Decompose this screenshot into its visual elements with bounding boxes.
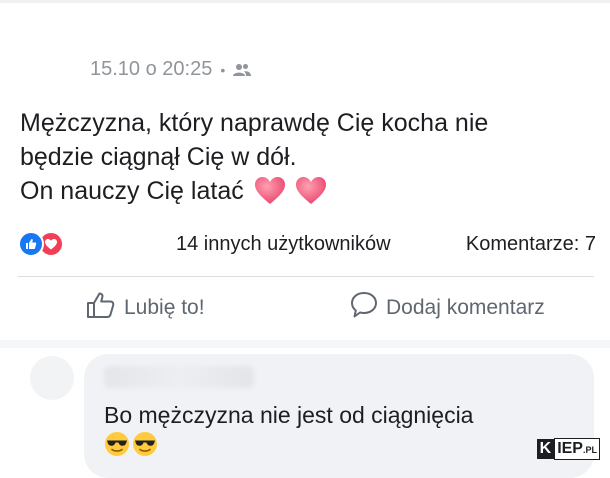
post-text-line-2: będzie ciągnął Cię w dół. xyxy=(20,143,297,171)
divider xyxy=(18,276,594,277)
like-button-label: Lubię to! xyxy=(124,296,205,319)
watermark-rest-text: IEP xyxy=(557,440,583,457)
blurred-author-name[interactable] xyxy=(104,366,254,388)
post-text-line-3-text: On nauczy Cię latać xyxy=(20,177,244,205)
heart-emoji xyxy=(254,177,285,214)
sunglasses-emoji xyxy=(104,431,130,464)
section-gap xyxy=(0,340,610,348)
post-card: 15.10 o 20:25 • Mężczyzna, który naprawd… xyxy=(0,0,610,340)
like-reaction-icon[interactable] xyxy=(18,231,44,257)
watermark-suffix: .PL xyxy=(582,445,597,455)
reactions-bar: 14 innych użytkowników Komentarze: 7 xyxy=(18,230,596,258)
comment-button[interactable]: Dodaj komentarz xyxy=(350,285,545,331)
post-actions: Lubię to! Dodaj komentarz xyxy=(0,285,610,331)
watermark-rest: IEP.PL xyxy=(554,438,600,460)
kiep-watermark-logo: K IEP.PL xyxy=(536,438,600,460)
reactions-count[interactable]: 14 innych użytkowników xyxy=(176,233,391,256)
friends-icon[interactable] xyxy=(233,63,252,77)
comment-bubble: Bo mężczyzna nie jest od ciągnięcia xyxy=(84,354,594,478)
comment-text-line: Bo mężczyzna nie jest od ciągnięcia xyxy=(104,402,474,428)
post-text: Mężczyzna, który naprawdę Cię kocha nie … xyxy=(20,106,590,214)
post-text-line-1: Mężczyzna, który naprawdę Cię kocha nie xyxy=(20,109,489,137)
post-timestamp[interactable]: 15.10 o 20:25 xyxy=(90,58,212,81)
avatar[interactable] xyxy=(30,356,74,400)
post-meta: 15.10 o 20:25 • xyxy=(90,58,252,81)
comments-count[interactable]: Komentarze: 7 xyxy=(466,233,596,256)
thumbs-up-icon xyxy=(86,291,116,325)
post-text-line-3: On nauczy Cię latać xyxy=(20,174,590,214)
heart-emoji xyxy=(295,177,326,214)
comment-button-label: Dodaj komentarz xyxy=(386,296,545,319)
sunglasses-emoji xyxy=(132,431,158,464)
speech-bubble-icon xyxy=(350,291,378,325)
reaction-icons[interactable] xyxy=(18,231,64,257)
watermark-k: K xyxy=(536,439,555,459)
meta-separator: • xyxy=(220,61,226,78)
comment-text: Bo mężczyzna nie jest od ciągnięcia xyxy=(104,400,574,464)
like-button[interactable]: Lubię to! xyxy=(86,285,205,331)
comment: Bo mężczyzna nie jest od ciągnięcia xyxy=(84,354,594,478)
